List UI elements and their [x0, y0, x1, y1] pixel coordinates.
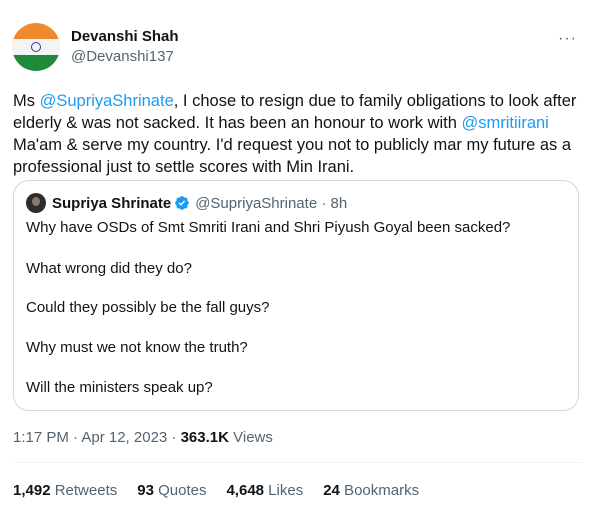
- author-names: Devanshi Shah @Devanshi137: [71, 28, 179, 66]
- tweet-text: Ms @SupriyaShrinate, I chose to resign d…: [13, 90, 583, 178]
- views-label: Views: [228, 429, 273, 446]
- views-count: 363.1K: [180, 429, 229, 446]
- quote-avatar: [26, 193, 46, 213]
- engagement-stats: 1,492 Retweets 93 Quotes 4,648 Likes 24 …: [13, 482, 439, 499]
- quote-header: Supriya Shrinate @SupriyaShrinate · 8h: [26, 193, 347, 213]
- quotes-label: Quotes: [153, 482, 207, 499]
- mention-supriya-link[interactable]: @SupriyaShrinate: [40, 92, 174, 110]
- time-date-link[interactable]: 1:17 PM · Apr 12, 2023 ·: [13, 429, 181, 446]
- mention-smriti-link[interactable]: @smritiirani: [462, 114, 549, 132]
- retweets-count: 1,492: [13, 482, 51, 499]
- tweet-header: Devanshi Shah @Devanshi137: [12, 23, 179, 71]
- tweet-text-seg1: Ms: [13, 92, 40, 110]
- verified-badge-icon: [175, 196, 190, 210]
- author-handle[interactable]: @Devanshi137: [71, 48, 179, 66]
- tweet-meta: 1:17 PM · Apr 12, 2023 · 363.1K Views: [13, 429, 273, 446]
- quote-line: What wrong did they do?: [26, 260, 192, 277]
- tweet: Devanshi Shah @Devanshi137 ··· Ms @Supri…: [0, 0, 595, 518]
- divider: [13, 462, 582, 463]
- quote-author-name: Supriya Shrinate: [52, 194, 172, 212]
- likes-stat[interactable]: 4,648 Likes: [226, 482, 303, 499]
- quotes-count: 93: [137, 482, 154, 499]
- quote-line: Could they possibly be the fall guys?: [26, 299, 270, 316]
- bookmarks-count: 24: [323, 482, 340, 499]
- likes-count: 4,648: [226, 482, 265, 499]
- likes-label: Likes: [264, 482, 304, 499]
- retweets-label: Retweets: [50, 482, 118, 499]
- bookmarks-label: Bookmarks: [339, 482, 420, 499]
- tweet-text-seg3: Ma'am & serve my country. I'd request yo…: [13, 136, 572, 176]
- quote-line: Will the ministers speak up?: [26, 379, 213, 396]
- author-display-name[interactable]: Devanshi Shah: [71, 28, 179, 46]
- quote-handle-time: @SupriyaShrinate · 8h: [195, 194, 348, 212]
- retweets-stat[interactable]: 1,492 Retweets: [13, 482, 117, 499]
- more-horizontal-icon[interactable]: ···: [558, 30, 577, 48]
- quoted-tweet-card[interactable]: Supriya Shrinate @SupriyaShrinate · 8h W…: [13, 180, 579, 411]
- quotes-stat[interactable]: 93 Quotes: [137, 482, 206, 499]
- india-flag-avatar[interactable]: [12, 23, 60, 71]
- bookmarks-stat[interactable]: 24 Bookmarks: [323, 482, 419, 499]
- quote-line: Why must we not know the truth?: [26, 339, 248, 356]
- quote-line: Why have OSDs of Smt Smriti Irani and Sh…: [26, 219, 511, 236]
